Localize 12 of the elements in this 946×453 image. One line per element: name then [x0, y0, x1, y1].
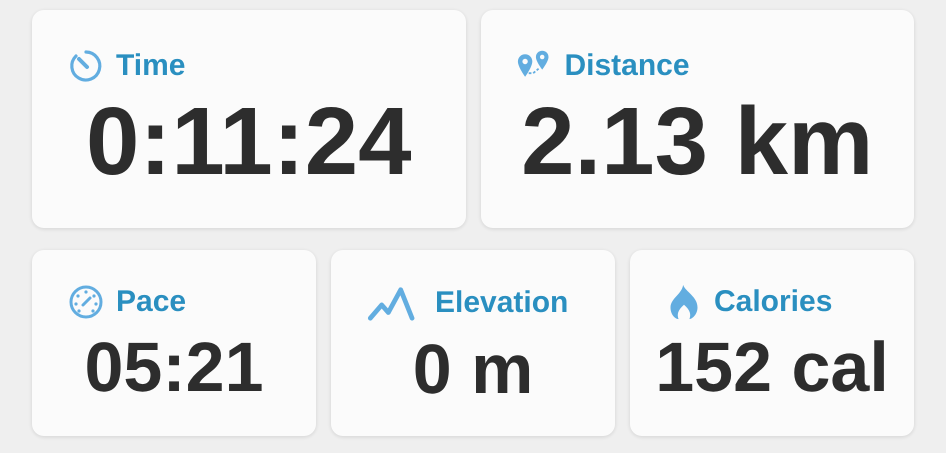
speedometer-icon [68, 284, 104, 320]
stat-label: Calories [714, 285, 832, 319]
stat-label: Time [116, 49, 186, 83]
stat-label: Pace [116, 285, 186, 319]
stat-value: 0 m [412, 334, 534, 404]
stopwatch-icon [68, 48, 104, 84]
stat-label: Elevation [435, 286, 568, 320]
stat-label: Distance [564, 49, 690, 83]
stat-value: 2.13 km [521, 94, 874, 190]
stat-value: 05:21 [84, 332, 264, 402]
stat-value: 152 cal [655, 332, 889, 402]
stat-value: 0:11:24 [86, 94, 412, 190]
